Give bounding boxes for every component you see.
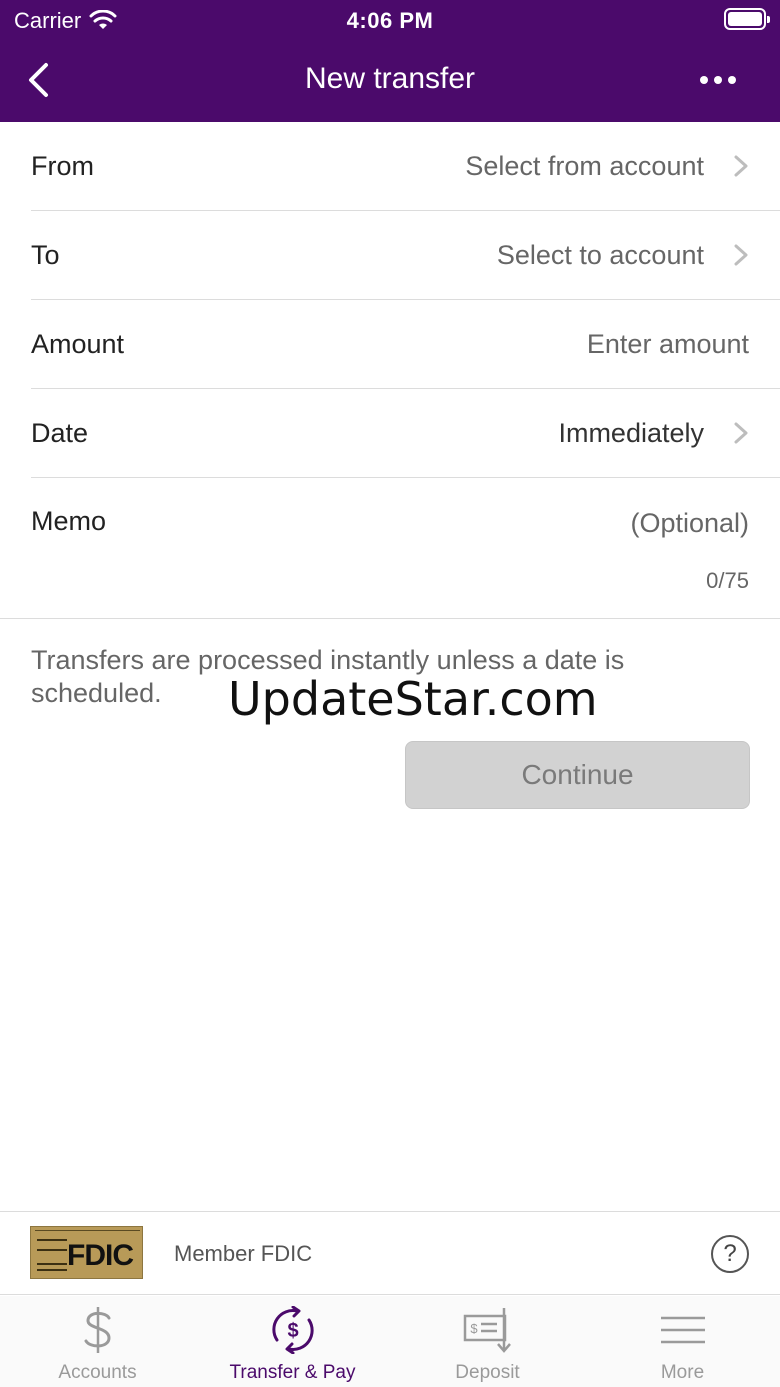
date-row[interactable]: Date Immediately xyxy=(31,389,780,478)
to-label: To xyxy=(31,239,60,270)
amount-input[interactable]: Enter amount xyxy=(587,329,749,360)
help-button[interactable]: ? xyxy=(711,1235,749,1273)
continue-button[interactable]: Continue xyxy=(405,741,750,809)
date-value: Immediately xyxy=(558,417,704,448)
svg-text:$: $ xyxy=(470,1321,478,1336)
app-header: Carrier 4:06 PM New transfer xyxy=(0,0,780,122)
page-title: New transfer xyxy=(304,62,476,95)
tab-accounts-label: Accounts xyxy=(58,1362,137,1383)
tab-deposit[interactable]: $ Deposit xyxy=(390,1296,585,1387)
tab-transfer-pay-label: Transfer & Pay xyxy=(229,1362,356,1383)
fdic-footer: FDIC Member FDIC ? xyxy=(0,1211,780,1295)
amount-row[interactable]: Amount Enter amount xyxy=(31,300,780,389)
from-account-row[interactable]: From Select from account xyxy=(31,122,780,211)
fdic-logo-text: FDIC xyxy=(67,1239,134,1272)
tab-accounts[interactable]: Accounts xyxy=(0,1296,195,1387)
memo-row[interactable]: Memo (Optional) 0/75 xyxy=(0,478,780,619)
memo-input[interactable]: (Optional) xyxy=(630,508,749,539)
tab-bar: Accounts $ Transfer & Pay $ Deposit More xyxy=(0,1296,780,1387)
amount-label: Amount xyxy=(31,328,125,359)
dollar-icon xyxy=(84,1307,111,1353)
question-mark-icon: ? xyxy=(723,1240,737,1267)
transfer-pay-icon: $ xyxy=(271,1306,314,1354)
svg-text:$: $ xyxy=(287,1320,298,1342)
more-options-button[interactable] xyxy=(696,60,740,100)
memo-character-counter: 0/75 xyxy=(706,568,749,593)
from-account-value: Select from account xyxy=(465,150,704,181)
watermark: UpdateStar.com xyxy=(228,672,598,726)
date-label: Date xyxy=(31,417,89,448)
chevron-right-icon xyxy=(734,155,748,177)
memo-label: Memo xyxy=(31,506,107,536)
check-deposit-icon: $ xyxy=(463,1308,511,1353)
status-time: 4:06 PM xyxy=(346,8,434,33)
tab-transfer-pay[interactable]: $ Transfer & Pay xyxy=(195,1296,390,1387)
tab-deposit-label: Deposit xyxy=(455,1362,520,1383)
transfer-form: From Select from account To Select to ac… xyxy=(0,122,780,619)
chevron-right-icon xyxy=(734,244,748,266)
fdic-seal-icon xyxy=(37,1239,67,1271)
battery-icon xyxy=(724,8,770,30)
tab-more-label: More xyxy=(660,1362,705,1383)
to-account-row[interactable]: To Select to account xyxy=(31,211,780,300)
more-horizontal-icon xyxy=(700,76,708,84)
status-bar: Carrier 4:06 PM xyxy=(0,0,780,40)
tab-more[interactable]: More xyxy=(585,1296,780,1387)
navigation-bar: New transfer xyxy=(0,40,780,122)
from-label: From xyxy=(31,150,94,181)
fdic-logo: FDIC xyxy=(30,1226,143,1279)
chevron-right-icon xyxy=(734,422,748,444)
to-account-value: Select to account xyxy=(496,239,704,270)
member-fdic-text: Member FDIC xyxy=(174,1241,313,1266)
menu-icon xyxy=(660,1316,705,1344)
